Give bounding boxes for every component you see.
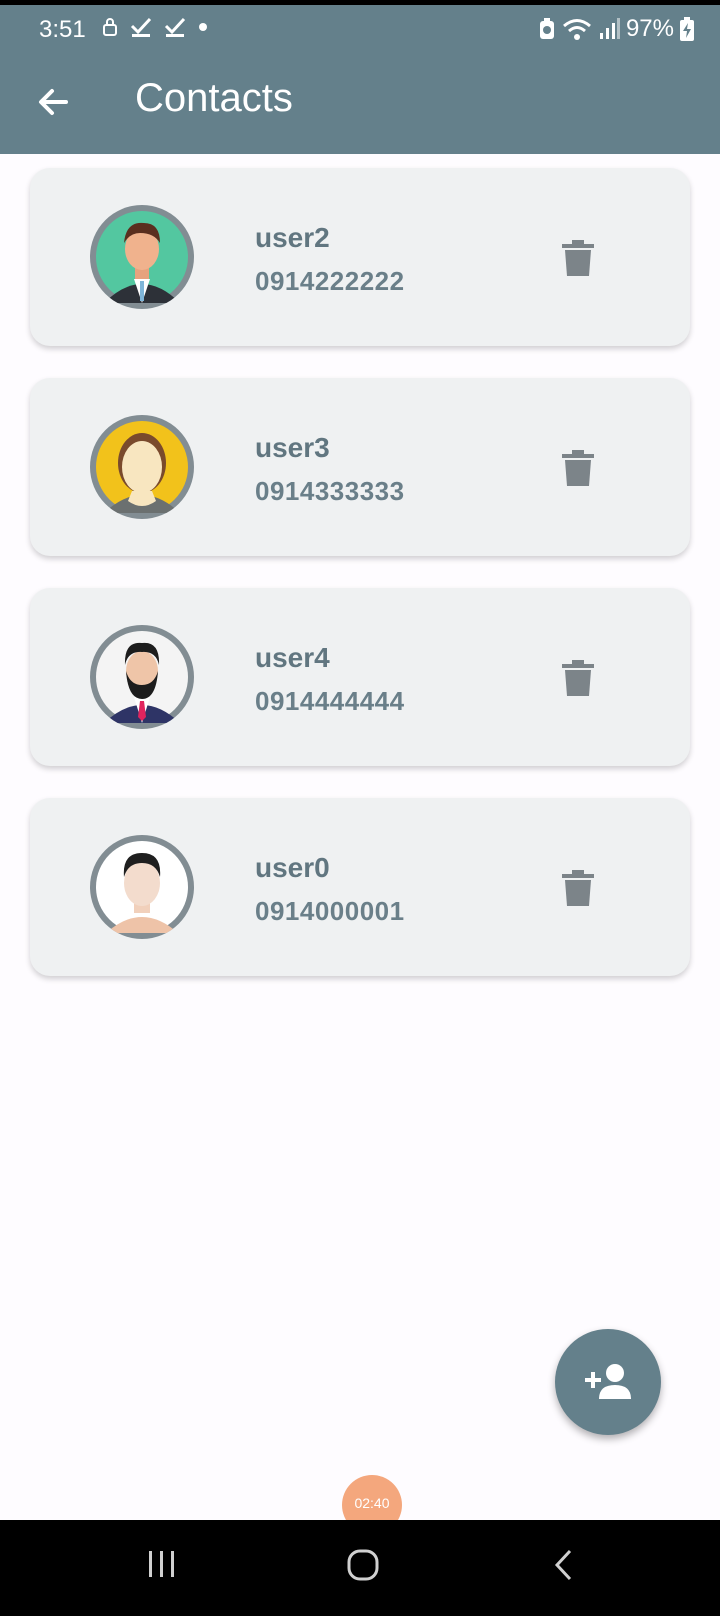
avatar	[90, 625, 194, 729]
delete-icon[interactable]	[560, 448, 596, 488]
check-icon	[164, 17, 186, 37]
battery-charging-icon	[680, 17, 694, 41]
contact-name: user2	[255, 222, 330, 253]
signal-icon	[599, 18, 620, 39]
page-title: Contacts	[135, 76, 293, 120]
dot-icon	[199, 23, 207, 31]
battery-percent: 97%	[625, 15, 674, 42]
contact-name: user0	[255, 852, 330, 883]
contact-card[interactable]: user4 0914444444	[30, 588, 690, 766]
wifi-icon	[562, 19, 591, 40]
avatar	[90, 205, 194, 309]
contact-card[interactable]: user0 0914000001	[30, 798, 690, 976]
contact-phone: 0914000001	[255, 896, 405, 926]
back-nav-icon[interactable]	[552, 1548, 576, 1582]
contact-card[interactable]: user2 0914222222	[30, 168, 690, 346]
contact-name: user3	[255, 432, 330, 463]
add-contact-button[interactable]	[555, 1329, 661, 1435]
contact-phone: 0914222222	[255, 266, 405, 296]
status-time: 3:51	[39, 16, 86, 43]
home-icon[interactable]	[346, 1548, 380, 1582]
contact-phone: 0914333333	[255, 476, 405, 506]
back-arrow-icon[interactable]	[32, 80, 76, 124]
status-notification-icons	[102, 17, 208, 37]
check-icon	[130, 17, 152, 37]
system-nav-bar	[0, 1520, 720, 1616]
avatar	[90, 415, 194, 519]
app-bar: 3:51 97% Contacts	[0, 0, 720, 154]
status-system-icons: 97%	[538, 15, 694, 43]
recent-apps-icon[interactable]	[146, 1548, 178, 1580]
delete-icon[interactable]	[560, 238, 596, 278]
contact-phone: 0914444444	[255, 686, 405, 716]
delete-icon[interactable]	[560, 658, 596, 698]
contact-card[interactable]: user3 0914333333	[30, 378, 690, 556]
person-add-icon	[585, 1364, 631, 1399]
contact-name: user4	[255, 642, 330, 673]
lock-icon	[103, 18, 117, 36]
battery-saver-icon	[539, 18, 554, 39]
status-bar: 3:51 97%	[0, 5, 720, 55]
delete-icon[interactable]	[560, 868, 596, 908]
avatar	[90, 835, 194, 939]
